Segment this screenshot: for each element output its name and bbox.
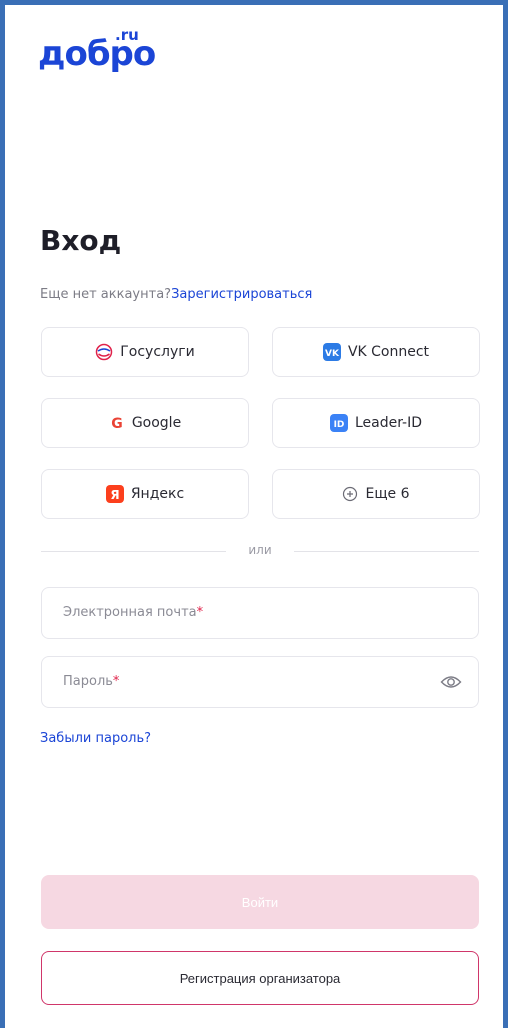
dobro-logo[interactable]: добро .ru [38,26,158,76]
register-prompt: Еще нет аккаунта?Зарегистрироваться [40,287,312,302]
google-icon: G [109,415,125,431]
or-divider: или [41,543,479,559]
gosuslugi-icon [95,343,113,361]
svg-text:ID: ID [334,420,345,430]
register-prompt-text: Еще нет аккаунта? [40,287,172,302]
divider-line-right [294,551,479,552]
more-providers-button[interactable]: Еще 6 [272,469,480,519]
provider-label: Google [131,415,182,431]
provider-label: VK Connect [347,344,430,360]
password-input[interactable] [42,657,478,707]
provider-label: Leader-ID [354,415,423,431]
forgot-password-link[interactable]: Забыли пароль? [40,731,151,746]
leader-id-icon: ID [329,414,348,432]
provider-label: Еще 6 [365,486,410,502]
vk-login-button[interactable]: VK VK Connect [272,327,480,377]
google-login-button[interactable]: G Google [41,398,249,448]
password-field[interactable]: Пароль* [41,656,479,708]
svg-text:G: G [111,416,123,431]
logo-suffix: .ru [115,26,139,44]
svg-text:VK: VK [325,349,340,359]
yandex-icon: Я [105,485,124,503]
provider-label: Госуслуги [120,344,195,360]
login-button[interactable]: Войти [41,875,479,929]
provider-label: Яндекс [130,486,185,502]
plus-circle-icon [342,486,358,502]
yandex-login-button[interactable]: Я Яндекс [41,469,249,519]
eye-icon[interactable] [440,672,462,696]
gosuslugi-login-button[interactable]: Госуслуги [41,327,249,377]
register-link[interactable]: Зарегистрироваться [171,287,312,302]
organizer-registration-button[interactable]: Регистрация организатора [41,951,479,1005]
page-title: Вход [40,224,122,257]
divider-text: или [248,543,272,557]
svg-text:Я: Я [110,488,119,502]
email-field[interactable]: Электронная почта* [41,587,479,639]
leader-id-login-button[interactable]: ID Leader-ID [272,398,480,448]
email-input[interactable] [42,588,478,638]
vk-icon: VK [322,343,341,361]
